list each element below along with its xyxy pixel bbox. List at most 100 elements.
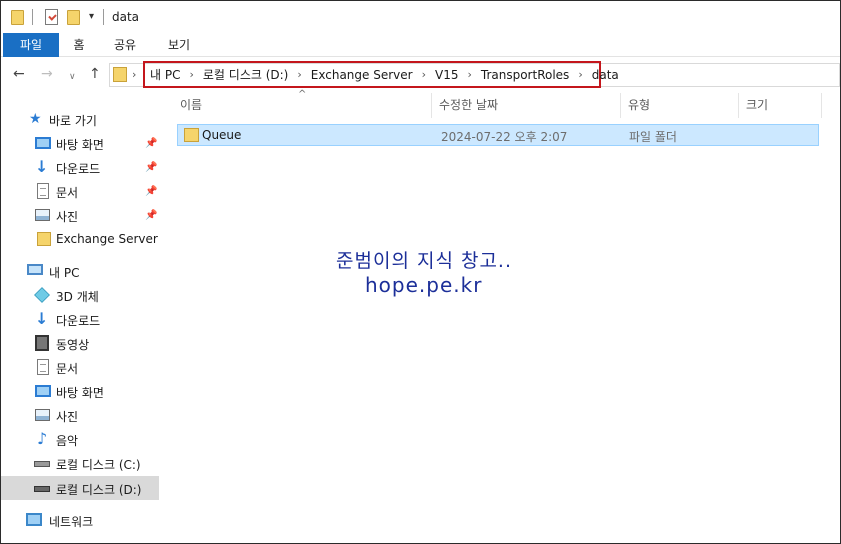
sidebar-item-pictures-pc[interactable]: 사진 [1,403,159,427]
folder-icon [11,10,24,25]
breadcrumb: 내 PC › 로컬 디스크 (D:) › Exchange Server › V… [143,61,619,88]
breadcrumb-item[interactable]: V15 [435,68,458,82]
computer-icon [27,264,43,275]
sidebar-item-label: 네트워크 [49,515,94,529]
breadcrumb-item[interactable]: TransportRoles [481,68,569,82]
toolbar-separator [32,9,33,25]
toolbar-separator [103,9,104,25]
column-header-type[interactable]: 유형 [622,93,739,118]
explorer-window: ▾ data 파일 홈 공유 보기 ← → ∨ ↑ › 내 PC › 로컬 디스… [0,0,841,544]
tab-share[interactable]: 공유 [105,33,145,57]
drive-icon [34,486,50,492]
tab-view[interactable]: 보기 [157,33,201,57]
back-arrow-icon[interactable]: ← [13,66,25,82]
ribbon-tabs: 파일 홈 공유 보기 [1,33,840,57]
sidebar-item-3d-objects[interactable]: 3D 개체 [1,283,159,307]
sidebar-item-drive-c[interactable]: 로컬 디스크 (C:) [1,451,159,475]
address-row: ← → ∨ ↑ › 내 PC › 로컬 디스크 (D:) › Exchange … [1,59,840,91]
sidebar-item-downloads[interactable]: ↓ 다운로드 📌 [1,155,159,179]
pin-icon[interactable]: 📌 [145,210,157,221]
chevron-right-icon[interactable]: › [297,68,301,81]
music-icon: ♪ [37,429,48,448]
sidebar-item-label: 내 PC [49,266,80,280]
sidebar-item-label: Exchange Server [56,232,158,246]
sidebar-item-drive-d[interactable]: 로컬 디스크 (D:) [1,476,159,500]
column-header-date[interactable]: 수정한 날짜 [433,93,621,118]
folder-icon [37,232,51,246]
properties-icon[interactable] [45,9,58,25]
file-row[interactable]: Queue 2024-07-22 오후 2:07 파일 폴더 [177,124,819,146]
file-date: 2024-07-22 오후 2:07 [441,130,568,144]
tab-file[interactable]: 파일 [3,33,59,57]
window-title: data [112,10,140,24]
drive-icon [34,461,50,467]
network-icon [26,513,42,526]
chevron-right-icon[interactable]: › [422,68,426,81]
sidebar-item-exchange-server[interactable]: Exchange Server [1,227,159,251]
star-icon: ★ [29,111,42,127]
sidebar-item-label: 사진 [56,210,79,224]
sidebar-item-label: 다운로드 [56,162,101,176]
chevron-down-icon[interactable]: ∨ [69,69,76,85]
sidebar-item-label: 3D 개체 [56,290,99,304]
watermark-url: hope.pe.kr [365,273,483,297]
desktop-icon [35,137,51,149]
sidebar-item-network[interactable]: 네트워크 [1,508,159,532]
breadcrumb-item[interactable]: 로컬 디스크 (D:) [203,66,288,83]
chevron-down-icon[interactable]: ▾ [89,11,94,22]
document-icon [37,183,49,199]
chevron-right-icon[interactable]: › [189,68,193,81]
pin-icon[interactable]: 📌 [145,162,157,173]
tab-home[interactable]: 홈 [61,33,97,57]
document-icon [37,359,49,375]
sidebar-item-label: 음악 [56,434,79,448]
sidebar-item-label: 로컬 디스크 (C:) [56,458,141,472]
pin-icon[interactable]: 📌 [145,138,157,149]
sidebar-item-quick-access[interactable]: ★ 바로 가기 [1,107,159,131]
file-list: ^ 이름 수정한 날짜 유형 크기 Queue 2024-07-22 오후 2:… [161,89,840,543]
chevron-right-icon[interactable]: › [578,68,582,81]
sidebar-item-label: 동영상 [56,338,90,352]
sidebar-item-music[interactable]: ♪ 음악 [1,427,159,451]
column-header-name[interactable]: 이름 [174,93,432,118]
navigation-pane: ★ 바로 가기 바탕 화면 📌 ↓ 다운로드 📌 문서 📌 사진 📌 Excha… [1,93,161,543]
file-name: Queue [202,128,242,142]
3d-objects-icon [34,287,50,303]
sidebar-item-label: 로컬 디스크 (D:) [56,483,142,497]
sidebar-item-desktop[interactable]: 바탕 화면 📌 [1,131,159,155]
sidebar-item-desktop-pc[interactable]: 바탕 화면 [1,379,159,403]
download-icon: ↓ [35,157,49,176]
watermark-title: 준범이의 지식 창고.. [336,250,512,272]
new-folder-icon[interactable] [67,10,80,25]
breadcrumb-item[interactable]: data [592,68,619,82]
breadcrumb-item[interactable]: Exchange Server [311,68,413,82]
column-header-size[interactable]: 크기 [740,93,822,118]
sidebar-item-label: 바탕 화면 [56,386,104,400]
breadcrumb-item[interactable]: 내 PC [150,66,180,83]
sidebar-item-documents-pc[interactable]: 문서 [1,355,159,379]
video-icon [35,335,49,351]
sidebar-item-downloads-pc[interactable]: ↓ 다운로드 [1,307,159,331]
picture-icon [35,209,50,221]
sidebar-item-label: 바로 가기 [49,114,97,128]
sidebar-item-documents[interactable]: 문서 📌 [1,179,159,203]
sidebar-item-label: 다운로드 [56,314,101,328]
folder-icon [184,128,199,142]
pin-icon[interactable]: 📌 [145,186,157,197]
chevron-right-icon[interactable]: › [132,68,136,81]
sidebar-item-label: 사진 [56,410,79,424]
file-type: 파일 폴더 [629,130,677,144]
desktop-icon [35,385,51,397]
up-arrow-icon[interactable]: ↑ [89,66,101,82]
sidebar-item-videos[interactable]: 동영상 [1,331,159,355]
sidebar-item-label: 문서 [56,362,79,376]
sidebar-item-this-pc[interactable]: 내 PC [1,259,159,283]
sidebar-item-label: 바탕 화면 [56,138,104,152]
chevron-right-icon[interactable]: › [467,68,471,81]
download-icon: ↓ [35,309,49,328]
sidebar-item-pictures[interactable]: 사진 📌 [1,203,159,227]
title-bar: ▾ data [1,1,840,33]
picture-icon [35,409,50,421]
forward-arrow-icon[interactable]: → [41,66,53,82]
folder-icon [113,67,127,82]
